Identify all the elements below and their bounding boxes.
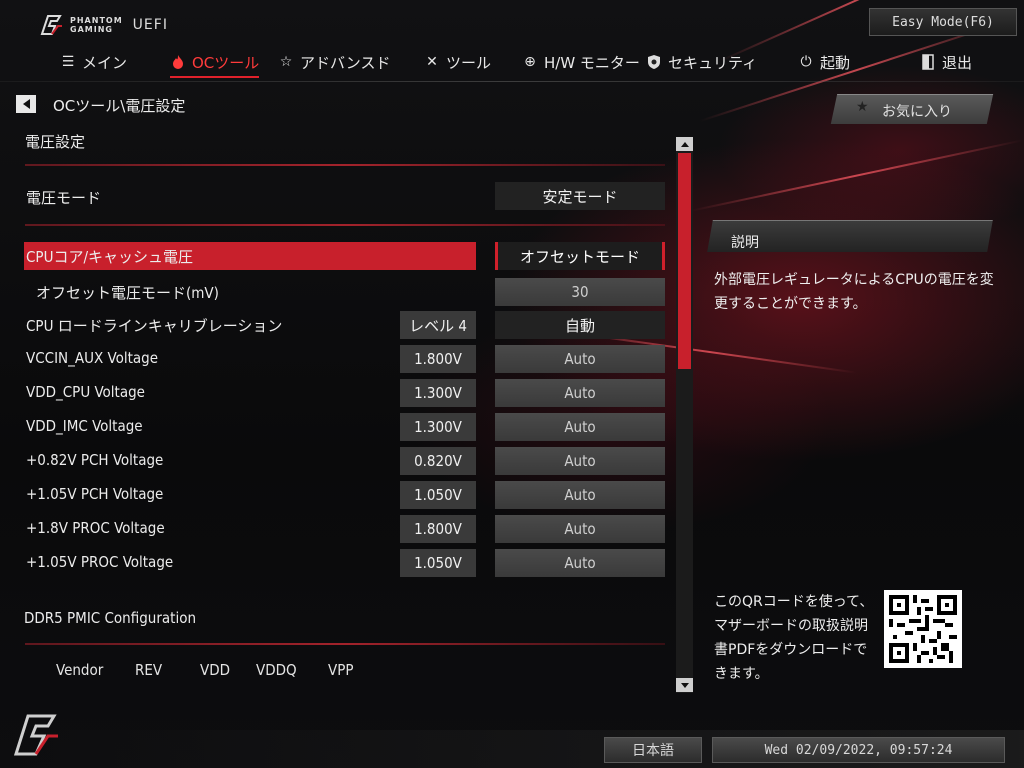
pch-082-label: +0.82V PCH Voltage <box>26 451 164 469</box>
vccin-aux-current: 1.800V <box>400 345 476 373</box>
pmic-col-vendor: Vendor <box>56 661 104 679</box>
qr-description: このQRコードを使って、マザーボードの取扱説明書PDFをダウンロードできます。 <box>714 594 874 682</box>
section-title: 電圧設定 <box>25 133 86 151</box>
description-text: 外部電圧レギュレータによるCPUの電圧を変更することができます。 <box>714 272 994 312</box>
tab-hw-monitor[interactable]: ⊕ H/W モニター <box>522 44 640 80</box>
tools-icon: ✕ <box>426 54 438 70</box>
tab-exit[interactable]: 退出 <box>920 44 972 80</box>
vdd-cpu-label: VDD_CPU Voltage <box>26 383 145 401</box>
vdd-imc-current: 1.300V <box>400 413 476 441</box>
qr-code <box>884 590 962 668</box>
tab-label: メイン <box>82 53 128 72</box>
datetime-display: Wed 02/09/2022, 09:57:24 <box>712 737 1005 763</box>
breadcrumb: OCツール\電圧設定 <box>53 97 186 115</box>
tab-tool[interactable]: ✕ ツール <box>424 44 491 80</box>
pch-105-select[interactable]: Auto <box>495 481 665 509</box>
vccin-aux-label: VCCIN_AUX Voltage <box>26 349 159 367</box>
tab-main[interactable]: ☰ メイン <box>60 44 127 80</box>
pch-082-select[interactable]: Auto <box>495 447 665 475</box>
back-button[interactable] <box>16 95 36 113</box>
proc-105-current: 1.050V <box>400 549 476 577</box>
scroll-down-button[interactable] <box>676 678 693 692</box>
pmic-col-rev: REV <box>135 661 163 679</box>
back-arrow-icon <box>22 99 30 109</box>
tab-label: アドバンスド <box>300 53 391 72</box>
crosshair-icon: ⊕ <box>524 54 536 70</box>
tab-advanced[interactable]: ☆ アドバンスド <box>278 44 391 80</box>
proc-18-current: 1.800V <box>400 515 476 543</box>
divider <box>25 643 665 645</box>
pch-082-current: 0.820V <box>400 447 476 475</box>
cpu-llc-select[interactable]: 自動 <box>495 311 665 339</box>
flame-icon <box>170 54 186 70</box>
pmic-col-vpp: VPP <box>328 661 354 679</box>
vdd-cpu-current: 1.300V <box>400 379 476 407</box>
tab-boot[interactable]: ⏻ 起動 <box>798 44 850 80</box>
arrow-down-icon <box>680 682 689 688</box>
offset-voltage-input[interactable]: 30 <box>495 278 665 306</box>
proc-18-label: +1.8V PROC Voltage <box>26 519 165 537</box>
tab-label: 退出 <box>942 53 973 72</box>
phantom-gaming-logo-icon <box>13 714 58 756</box>
pmic-col-vddq: VDDQ <box>256 661 297 679</box>
pmic-col-vdd: VDD <box>200 661 231 679</box>
proc-105-select[interactable]: Auto <box>495 549 665 577</box>
voltage-mode-select[interactable]: 安定モード <box>495 182 665 210</box>
star-icon: ☆ <box>279 54 293 70</box>
exit-icon <box>920 54 936 70</box>
divider <box>25 164 665 166</box>
vdd-imc-label: VDD_IMC Voltage <box>26 417 143 435</box>
tab-label: 起動 <box>820 53 851 72</box>
tab-label: OCツール <box>192 53 260 72</box>
tab-label: ツール <box>446 53 492 72</box>
brand-line2: GAMING <box>70 25 113 34</box>
tab-security[interactable]: セキュリティ <box>646 44 757 80</box>
tab-label: セキュリティ <box>668 53 758 72</box>
vccin-aux-select[interactable]: Auto <box>495 345 665 373</box>
cpu-core-cache-voltage-select[interactable]: オフセットモード <box>495 242 665 270</box>
shield-icon <box>646 54 662 70</box>
cpu-llc-label: CPU ロードラインキャリブレーション <box>26 317 283 335</box>
vdd-imc-select[interactable]: Auto <box>495 413 665 441</box>
list-icon: ☰ <box>61 54 75 70</box>
description-title: 説明 <box>731 235 759 251</box>
cpu-core-cache-voltage-row[interactable]: CPUコア/キャッシュ電圧 <box>24 242 476 270</box>
main-nav: ☰ メイン OCツール ☆ アドバンスド ✕ ツール ⊕ H/W モニター セキ… <box>0 44 1024 80</box>
star-icon: ★ <box>856 99 869 115</box>
favorites-label: お気に入り <box>882 104 952 120</box>
scroll-up-button[interactable] <box>676 137 693 151</box>
pch-105-label: +1.05V PCH Voltage <box>26 485 164 503</box>
language-button[interactable]: 日本語 <box>604 737 702 763</box>
scrollbar-thumb[interactable] <box>678 153 691 369</box>
tab-label: H/W モニター <box>544 53 640 72</box>
nav-divider <box>0 81 1024 82</box>
power-icon: ⏻ <box>800 54 812 70</box>
pmic-config-label: DDR5 PMIC Configuration <box>24 609 197 627</box>
easy-mode-button[interactable]: Easy Mode(F6) <box>869 8 1017 36</box>
cpu-llc-current: レベル 4 <box>400 311 476 339</box>
qr-code-icon <box>889 595 957 663</box>
voltage-mode-label: 電圧モード <box>26 189 102 207</box>
brand-logo: PHANTOM GAMING UEFI <box>38 12 168 38</box>
tab-oc-tweaker[interactable]: OCツール <box>170 44 260 80</box>
proc-18-select[interactable]: Auto <box>495 515 665 543</box>
proc-105-label: +1.05V PROC Voltage <box>26 553 174 571</box>
vdd-cpu-select[interactable]: Auto <box>495 379 665 407</box>
brand-line1: PHANTOM <box>70 16 123 25</box>
divider <box>25 224 665 226</box>
arrow-up-icon <box>680 141 689 147</box>
brand-uefi: UEFI <box>132 17 168 33</box>
offset-voltage-label: オフセット電圧モード(mV) <box>36 284 219 302</box>
phantom-gaming-icon <box>40 15 62 35</box>
pch-105-current: 1.050V <box>400 481 476 509</box>
